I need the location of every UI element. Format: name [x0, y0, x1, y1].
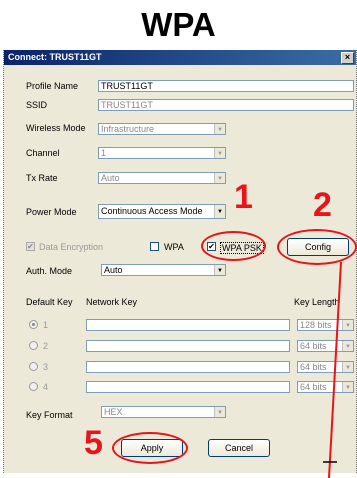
pointer-line	[328, 261, 342, 478]
arrow-line	[323, 261, 342, 478]
